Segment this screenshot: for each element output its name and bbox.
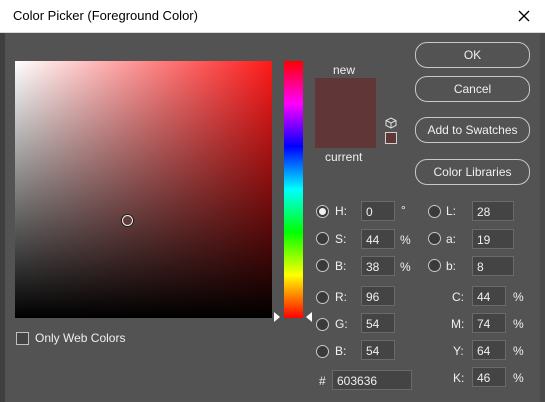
hue-slider-left-arrow[interactable]	[274, 312, 280, 322]
out-of-gamut-cube-icon[interactable]	[385, 117, 397, 129]
hue-slider[interactable]	[284, 61, 303, 318]
only-web-colors-checkbox[interactable]	[16, 332, 29, 345]
yellow-label: Y:	[453, 344, 464, 358]
lightness-label: L:	[446, 204, 457, 218]
only-web-colors-label[interactable]: Only Web Colors	[35, 331, 125, 345]
hex-input[interactable]: 603636	[332, 370, 412, 390]
ok-button[interactable]: OK	[415, 42, 530, 68]
brightness-input[interactable]: 38	[361, 256, 395, 276]
red-label: R:	[335, 290, 347, 304]
radio-red[interactable]	[316, 291, 329, 304]
dialog-edge-right	[540, 33, 545, 402]
radio-b-lab[interactable]	[428, 259, 441, 272]
brightness-unit: %	[400, 260, 411, 274]
cyan-unit: %	[513, 290, 524, 304]
color-preview-swatch	[315, 78, 376, 148]
black-unit: %	[513, 371, 524, 385]
radio-lightness[interactable]	[428, 205, 441, 218]
red-input[interactable]: 96	[361, 286, 395, 306]
hue-unit: °	[401, 203, 406, 217]
saturation-unit: %	[400, 233, 411, 247]
saturation-input[interactable]: 44	[361, 229, 395, 249]
blue-input[interactable]: 54	[361, 340, 395, 360]
hue-label: H:	[335, 204, 347, 218]
cyan-input[interactable]: 44	[472, 286, 506, 306]
radio-blue[interactable]	[316, 345, 329, 358]
saturation-label: S:	[335, 232, 347, 246]
b-lab-input[interactable]: 8	[472, 256, 514, 276]
a-input[interactable]: 19	[472, 229, 514, 249]
color-field-marker[interactable]	[122, 215, 133, 226]
color-field[interactable]	[15, 61, 272, 318]
radio-a[interactable]	[428, 232, 441, 245]
window-title: Color Picker (Foreground Color)	[13, 8, 198, 23]
magenta-label: M:	[451, 317, 465, 331]
yellow-input[interactable]: 64	[472, 340, 506, 360]
lightness-input[interactable]: 28	[472, 201, 514, 221]
yellow-unit: %	[513, 344, 524, 358]
magenta-unit: %	[513, 317, 524, 331]
hue-slider-right-arrow[interactable]	[306, 312, 312, 322]
black-label: K:	[453, 371, 465, 385]
new-label: new	[333, 63, 356, 77]
dialog-edge-left	[0, 33, 5, 402]
radio-saturation[interactable]	[316, 232, 329, 245]
a-label: a:	[446, 232, 457, 246]
black-input[interactable]: 46	[472, 367, 506, 387]
b-lab-label: b:	[446, 259, 457, 273]
green-label: G:	[335, 317, 348, 331]
cyan-label: C:	[452, 290, 464, 304]
radio-brightness[interactable]	[316, 259, 329, 272]
close-button[interactable]	[508, 2, 540, 30]
blue-label: B:	[335, 344, 347, 358]
title-bar: Color Picker (Foreground Color)	[0, 0, 545, 33]
gamut-color-swatch[interactable]	[385, 132, 397, 144]
hex-label: #	[319, 374, 326, 388]
cancel-button[interactable]: Cancel	[415, 76, 530, 102]
current-label: current	[325, 150, 363, 164]
magenta-input[interactable]: 74	[472, 313, 506, 333]
add-to-swatches-button[interactable]: Add to Swatches	[415, 117, 530, 143]
brightness-label: B:	[335, 259, 347, 273]
close-icon	[518, 10, 530, 22]
color-libraries-button[interactable]: Color Libraries	[415, 159, 530, 185]
radio-green[interactable]	[316, 318, 329, 331]
radio-hue[interactable]	[316, 205, 329, 218]
green-input[interactable]: 54	[361, 313, 395, 333]
hue-input[interactable]: 0	[361, 201, 395, 221]
